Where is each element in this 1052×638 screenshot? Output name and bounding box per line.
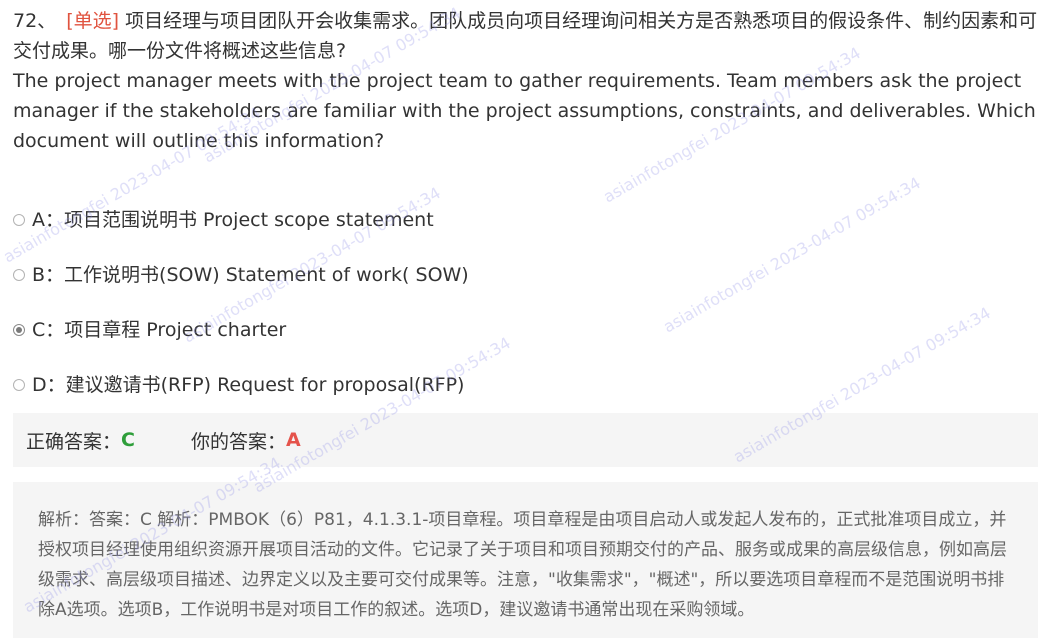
correct-answer-label: 正确答案： — [26, 430, 122, 453]
option-a[interactable]: A：项目范围说明书 Project scope statement — [13, 192, 1013, 247]
question-number: 72、 — [13, 10, 57, 32]
answer-box: 正确答案： C 你的答案： A — [13, 413, 1038, 467]
question-block: 72、 [单选] 项目经理与项目团队开会收集需求。团队成员向项目经理询问相关方是否… — [13, 6, 1038, 156]
your-answer-value: A — [285, 429, 301, 451]
options-list: A：项目范围说明书 Project scope statement B：工作说明… — [13, 192, 1013, 412]
option-b[interactable]: B：工作说明书(SOW) Statement of work( SOW) — [13, 247, 1013, 302]
question-type-label: [单选] — [66, 10, 120, 32]
analysis-text: 解析：答案：C 解析：PMBOK（6）P81，4.1.3.1-项目章程。项目章程… — [38, 510, 1007, 620]
correct-answer-value: C — [121, 429, 135, 451]
radio-b[interactable] — [13, 268, 25, 281]
option-b-label: B：工作说明书(SOW) Statement of work( SOW) — [32, 263, 469, 286]
radio-a[interactable] — [13, 213, 25, 226]
option-c-label: C：项目章程 Project charter — [32, 318, 287, 341]
option-a-label: A：项目范围说明书 Project scope statement — [32, 208, 434, 231]
question-page: 72、 [单选] 项目经理与项目团队开会收集需求。团队成员向项目经理询问相关方是否… — [0, 0, 1052, 638]
question-text-en: The project manager meets with the proje… — [13, 70, 1036, 152]
radio-c[interactable] — [13, 323, 25, 336]
analysis-box: 解析：答案：C 解析：PMBOK（6）P81，4.1.3.1-项目章程。项目章程… — [13, 482, 1038, 638]
option-d[interactable]: D：建议邀请书(RFP) Request for proposal(RFP) — [13, 357, 1013, 412]
your-answer-label: 你的答案： — [190, 430, 286, 453]
question-text-cn: 项目经理与项目团队开会收集需求。团队成员向项目经理询问相关方是否熟悉项目的假设条… — [13, 10, 1038, 62]
radio-d[interactable] — [13, 378, 25, 391]
option-d-label: D：建议邀请书(RFP) Request for proposal(RFP) — [32, 373, 465, 396]
option-c[interactable]: C：项目章程 Project charter — [13, 302, 1013, 357]
